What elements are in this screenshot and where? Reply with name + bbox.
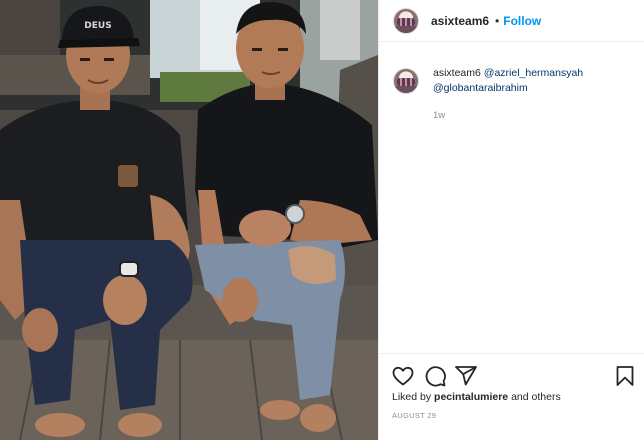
comment-icon[interactable] [423,364,447,388]
post-date[interactable]: AUGUST 29 [392,411,436,420]
caption-username[interactable]: asixteam6 [433,67,481,79]
photo-illustration: DEUS [0,0,378,440]
caption: asixteam6 @azriel_hermansyah @globantara… [393,66,633,123]
post-actions: Liked by pecintalumiere and others AUGUS… [379,353,644,440]
instagram-post: DEUS asixteam6 • Follow asixteam6 @azrie… [0,0,644,440]
heart-icon[interactable] [391,364,415,388]
header-separator: • [495,13,500,28]
caption-body: asixteam6 @azriel_hermansyah @globantara… [433,66,583,123]
cap-logo-text: DEUS [84,21,111,31]
mention-link[interactable]: @globantaraibrahim [433,82,528,94]
bookmark-icon[interactable] [613,364,637,388]
mention-link[interactable]: @azriel_hermansyah [484,67,583,79]
header-username[interactable]: asixteam6 [431,14,489,28]
liked-by-user[interactable]: pecintalumiere [434,391,508,403]
caption-age: 1w [433,110,446,121]
caption-text: asixteam6 @azriel_hermansyah @globantara… [433,66,583,96]
post-header: asixteam6 • Follow [379,0,644,42]
likes-suffix[interactable]: and others [511,391,561,403]
avatar-group-base [394,25,418,33]
post-photo[interactable]: DEUS [0,0,378,440]
avatar-group-photo [397,78,415,86]
action-icon-row [391,364,637,388]
share-icon[interactable] [454,364,478,388]
follow-button[interactable]: Follow [503,14,541,28]
avatar[interactable] [393,7,419,34]
avatar-group-base [394,86,418,93]
likes-summary: Liked by pecintalumiere and others [392,391,561,403]
avatar-group-photo [397,17,415,26]
likes-prefix: Liked by [392,391,432,403]
caption-avatar[interactable] [393,68,419,94]
post-sidebar: asixteam6 • Follow asixteam6 @azriel_her… [378,0,644,440]
